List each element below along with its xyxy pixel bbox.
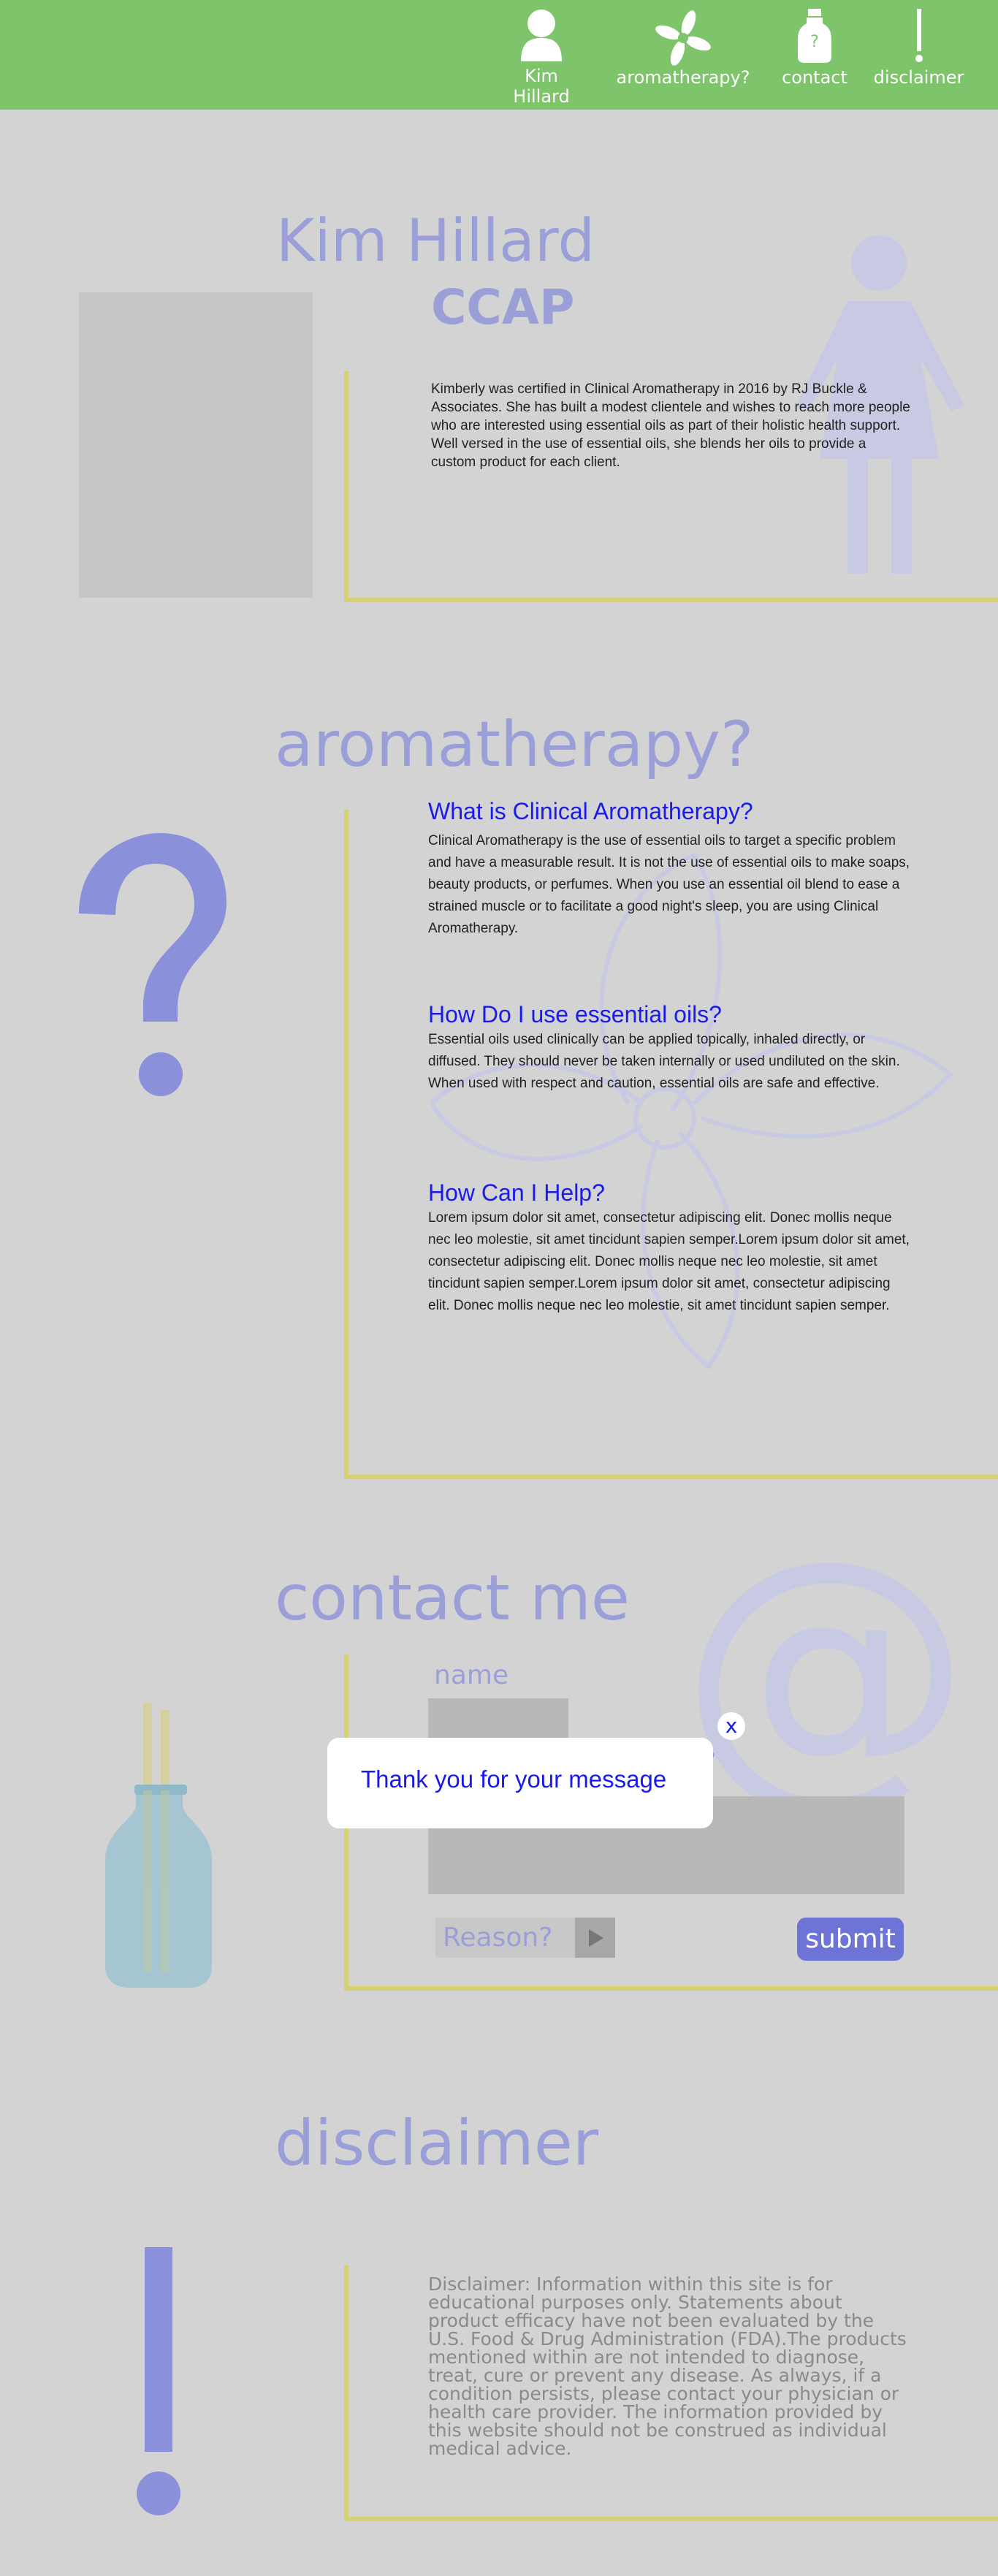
submit-button[interactable]: submit [797, 1918, 904, 1961]
diffuser-bottle-icon [105, 1703, 212, 1988]
nav-label-disclaimer: disclaimer [873, 67, 964, 88]
question-heading-help: How Can I Help? [428, 1179, 605, 1206]
contact-title: contact me [275, 1562, 630, 1635]
nav-label-aromatherapy: aromatherapy? [616, 67, 750, 88]
reason-select-value: Reason? [443, 1923, 553, 1953]
question-heading-how: How Do I use essential oils? [428, 1001, 722, 1027]
about-name-title: Kim Hillard [276, 207, 595, 275]
flower-icon [655, 10, 711, 66]
profile-photo-placeholder [79, 292, 313, 598]
nav-label-kim-hillard: Kim Hillard [513, 66, 570, 107]
nav-item-kim-hillard[interactable]: Kim Hillard [494, 9, 589, 107]
svg-text:?: ? [810, 33, 819, 51]
nav-item-aromatherapy[interactable]: aromatherapy? [610, 9, 756, 88]
exclamation-icon [915, 9, 923, 62]
answer-how: Essential oils used clinically can be ap… [428, 1032, 900, 1091]
top-nav: Kim Hillard aromatherapy? ? contact disc… [0, 0, 998, 110]
disclaimer-title: disclaimer [275, 2107, 599, 2180]
question-heading-what: What is Clinical Aromatherapy? [428, 798, 753, 824]
disclaimer-text: Disclaimer: Information within this site… [428, 2273, 907, 2459]
modal-close-button[interactable]: x [717, 1712, 745, 1740]
about-bio: Kimberly was certified in Clinical Aroma… [431, 381, 910, 470]
nav-item-contact[interactable]: ? contact [771, 9, 858, 88]
modal-message: Thank you for your message [361, 1766, 667, 1793]
aromatherapy-title: aromatherapy? [275, 708, 754, 781]
about-credential: CCAP [431, 279, 575, 335]
exclamation-large-icon [137, 2247, 180, 2515]
name-label: name [434, 1660, 509, 1690]
name-input[interactable] [428, 1698, 568, 1742]
play-triangle-icon [588, 1929, 603, 1947]
bottle-icon: ? [798, 9, 831, 63]
reason-dropdown-arrow[interactable] [575, 1918, 615, 1958]
thank-you-modal: Thank you for your message [327, 1738, 713, 1828]
answer-help: Lorem ipsum dolor sit amet, consectetur … [428, 1210, 910, 1313]
nav-item-disclaimer[interactable]: disclaimer [869, 9, 968, 88]
nav-label-contact: contact [782, 67, 847, 88]
answer-what: Clinical Aromatherapy is the use of esse… [428, 833, 910, 936]
person-icon [521, 10, 562, 61]
reason-select[interactable]: Reason? [435, 1918, 615, 1958]
question-mark-icon [79, 833, 226, 1096]
